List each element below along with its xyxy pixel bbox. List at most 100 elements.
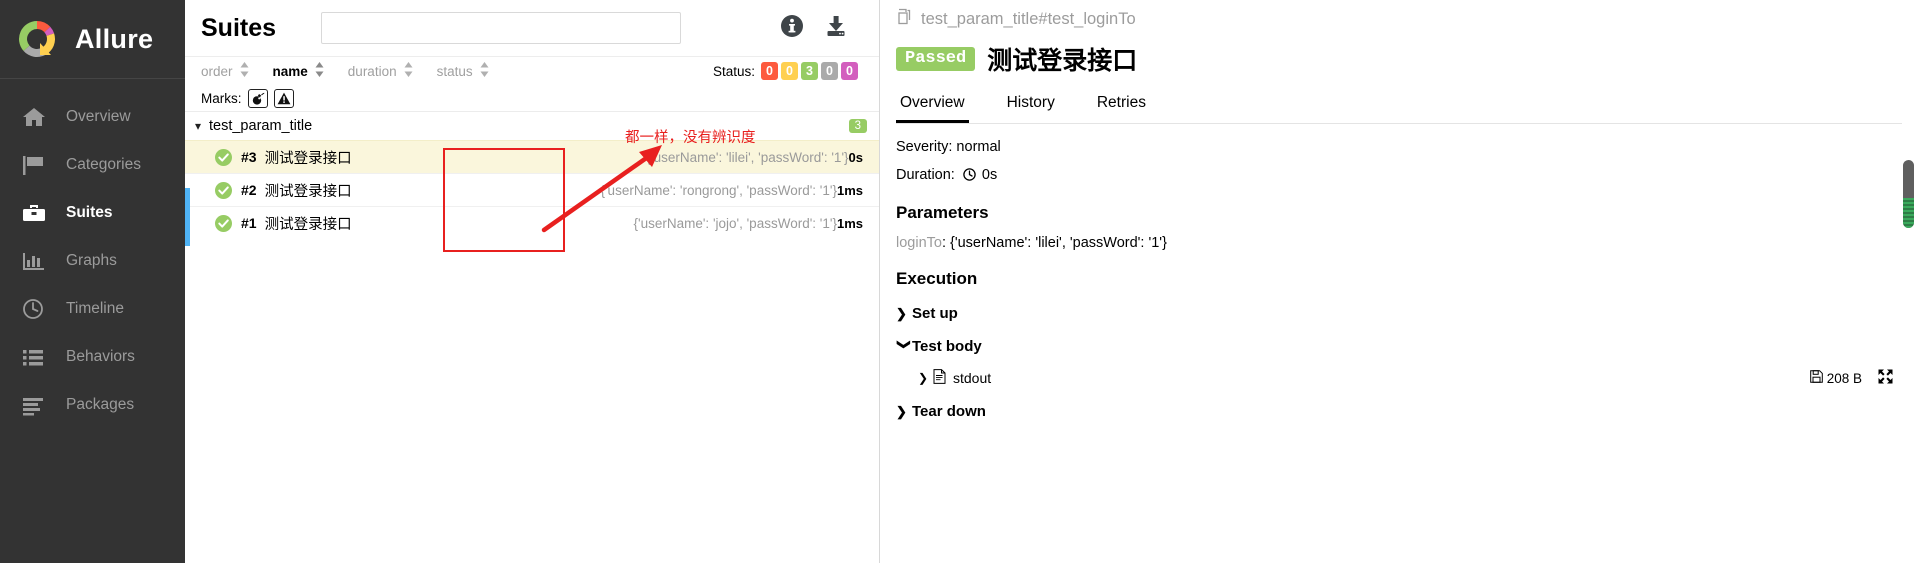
suite-group-row[interactable]: ▾ test_param_title 3 bbox=[185, 112, 879, 140]
sidebar-item-behaviors[interactable]: Behaviors bbox=[0, 333, 185, 381]
sidebar-item-timeline[interactable]: Timeline bbox=[0, 285, 185, 333]
sorter-label: order bbox=[201, 64, 233, 79]
attachment-size: 208 B bbox=[1827, 371, 1862, 386]
info-icon[interactable] bbox=[779, 13, 805, 44]
passed-status-icon bbox=[215, 215, 232, 232]
status-badge-skipped[interactable]: 0 bbox=[821, 62, 838, 80]
execution-step-label: Test body bbox=[912, 338, 982, 355]
test-detail-pane: test_param_title#test_loginTo Passed 测试登… bbox=[880, 0, 1915, 563]
sidebar-item-label: Behaviors bbox=[66, 348, 135, 366]
fullscreen-icon[interactable] bbox=[1878, 369, 1893, 387]
sidebar-item-label: Graphs bbox=[66, 252, 117, 270]
warning-icon[interactable] bbox=[274, 89, 294, 108]
test-parameters: {'userName': 'rongrong', 'passWord': '1'… bbox=[600, 183, 837, 198]
test-parameters: {'userName': 'lilei', 'passWord': '1'} bbox=[647, 150, 849, 165]
briefcase-icon bbox=[22, 200, 52, 226]
sidebar-item-suites[interactable]: Suites bbox=[0, 189, 185, 237]
execution-step-label: Set up bbox=[912, 305, 958, 322]
parameters-heading: Parameters bbox=[896, 203, 1915, 223]
detail-scrollbar-track[interactable] bbox=[1902, 0, 1915, 563]
brand-header[interactable]: Allure bbox=[0, 0, 185, 79]
sort-arrows-icon bbox=[404, 62, 413, 80]
sorter-order[interactable]: order bbox=[201, 62, 249, 80]
chevron-down-icon: ❯ bbox=[896, 339, 912, 355]
sidebar-item-packages[interactable]: Packages bbox=[0, 381, 185, 429]
marks-row: Marks: bbox=[185, 85, 879, 112]
suite-count-badge: 3 bbox=[849, 119, 867, 133]
sidebar-item-categories[interactable]: Categories bbox=[0, 141, 185, 189]
status-badge-passed[interactable]: 3 bbox=[801, 62, 818, 80]
file-icon bbox=[933, 369, 946, 387]
tab-history[interactable]: History bbox=[1003, 94, 1059, 123]
attachment-size-group: 208 B bbox=[1810, 370, 1862, 386]
annotation-text: 都一样，没有辨识度 bbox=[625, 126, 756, 147]
download-icon[interactable] bbox=[823, 13, 849, 44]
sorter-label: status bbox=[437, 64, 473, 79]
breadcrumb-label: test_param_title#test_loginTo bbox=[921, 10, 1136, 29]
test-duration: 1ms bbox=[837, 183, 879, 198]
sidebar-item-overview[interactable]: Overview bbox=[0, 93, 185, 141]
test-index: #2 bbox=[241, 182, 257, 198]
chevron-down-icon: ▾ bbox=[195, 119, 209, 133]
suites-list-pane: Suites order name bbox=[185, 0, 880, 563]
sidebar: Allure Overview Categories Suites bbox=[0, 0, 185, 563]
sidebar-item-label: Timeline bbox=[66, 300, 124, 318]
allure-logo-icon bbox=[16, 18, 58, 60]
attachment-meta: 208 B bbox=[1810, 369, 1893, 387]
tab-retries[interactable]: Retries bbox=[1093, 94, 1150, 123]
chevron-right-icon: ❯ bbox=[896, 306, 912, 322]
sidebar-item-label: Packages bbox=[66, 396, 134, 414]
execution-step-test-body[interactable]: ❯ Test body bbox=[896, 338, 1915, 355]
severity-line: Severity: normal bbox=[896, 139, 1915, 155]
parameter-value: : {'userName': 'lilei', 'passWord': '1'} bbox=[942, 235, 1167, 251]
suite-name: test_param_title bbox=[209, 118, 312, 134]
search-input[interactable] bbox=[321, 12, 681, 44]
sidebar-nav: Overview Categories Suites Graphs bbox=[0, 79, 185, 429]
sorter-name[interactable]: name bbox=[273, 62, 324, 80]
status-badge-failed[interactable]: 0 bbox=[761, 62, 778, 80]
passed-status-icon bbox=[215, 149, 232, 166]
list-lines-icon bbox=[22, 392, 52, 418]
table-row[interactable]: #3 测试登录接口 {'userName': 'lilei', 'passWor… bbox=[185, 140, 879, 173]
sorter-status[interactable]: status bbox=[437, 62, 489, 80]
table-row[interactable]: #1 测试登录接口 {'userName': 'jojo', 'passWord… bbox=[185, 206, 879, 239]
sorter-label: duration bbox=[348, 64, 397, 79]
scrollbar-progress-stripes bbox=[1903, 198, 1914, 228]
marks-label: Marks: bbox=[201, 91, 242, 106]
detail-tabs: Overview History Retries bbox=[896, 88, 1915, 124]
test-index: #1 bbox=[241, 215, 257, 231]
duration-label: Duration: bbox=[896, 167, 955, 183]
copy-icon bbox=[896, 8, 913, 30]
active-suite-marker bbox=[185, 188, 190, 246]
flag-icon bbox=[22, 152, 52, 178]
bomb-icon[interactable] bbox=[248, 89, 268, 108]
sort-arrows-icon bbox=[480, 62, 489, 80]
list-header: Suites bbox=[185, 0, 879, 57]
execution-step-tear-down[interactable]: ❯ Tear down bbox=[896, 403, 1915, 420]
test-parameters: {'userName': 'jojo', 'passWord': '1'} bbox=[634, 216, 837, 231]
sidebar-item-label: Suites bbox=[66, 204, 113, 222]
sorter-duration[interactable]: duration bbox=[348, 62, 413, 80]
clock-icon bbox=[963, 168, 976, 185]
parameter-row: loginTo: {'userName': 'lilei', 'passWord… bbox=[896, 235, 1915, 251]
breadcrumb[interactable]: test_param_title#test_loginTo bbox=[896, 0, 1915, 38]
chevron-right-icon: ❯ bbox=[896, 404, 912, 420]
detail-title-row: Passed 测试登录接口 bbox=[896, 38, 1915, 80]
attachment-row-stdout[interactable]: ❯ stdout 208 B bbox=[918, 369, 1915, 387]
bar-chart-icon bbox=[22, 248, 52, 274]
passed-status-icon bbox=[215, 182, 232, 199]
duration-value: 0s bbox=[982, 167, 997, 183]
execution-heading: Execution bbox=[896, 269, 1915, 289]
chevron-right-icon: ❯ bbox=[918, 371, 933, 385]
status-badge-broken[interactable]: 0 bbox=[781, 62, 798, 80]
sidebar-item-label: Overview bbox=[66, 108, 131, 126]
sort-arrows-icon bbox=[315, 62, 324, 80]
table-row[interactable]: #2 测试登录接口 {'userName': 'rongrong', 'pass… bbox=[185, 173, 879, 206]
tab-overview[interactable]: Overview bbox=[896, 94, 969, 123]
status-badge-unknown[interactable]: 0 bbox=[841, 62, 858, 80]
sidebar-item-graphs[interactable]: Graphs bbox=[0, 237, 185, 285]
test-name: 测试登录接口 bbox=[265, 180, 352, 201]
detail-scrollbar-thumb[interactable] bbox=[1903, 160, 1914, 228]
execution-step-set-up[interactable]: ❯ Set up bbox=[896, 305, 1915, 322]
test-index: #3 bbox=[241, 149, 257, 165]
